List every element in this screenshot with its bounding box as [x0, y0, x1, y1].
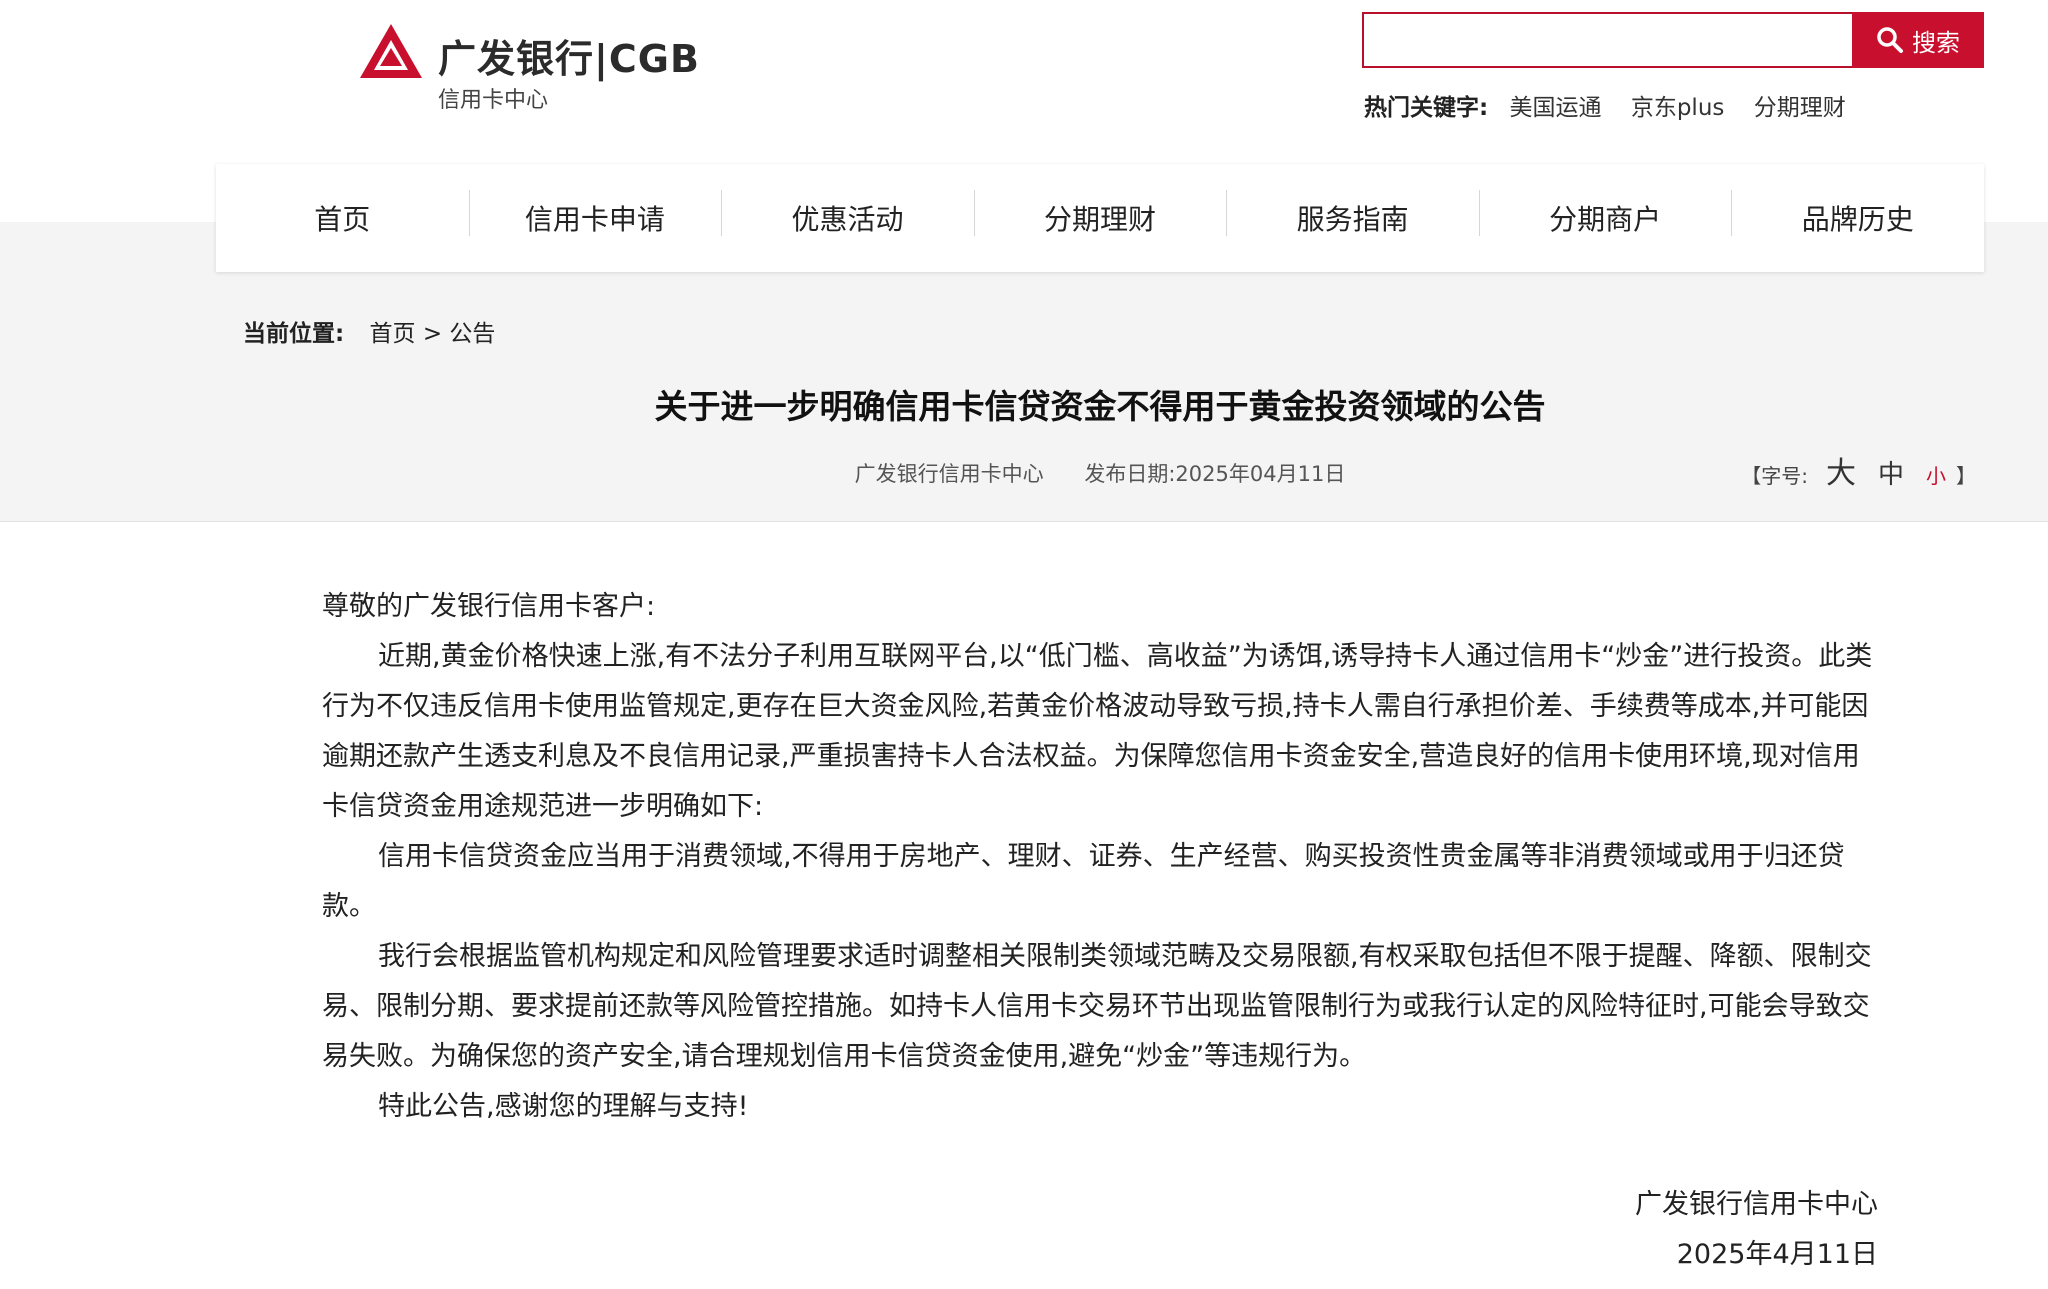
article-header: 关于进一步明确信用卡信贷资金不得用于黄金投资领域的公告 — [216, 380, 1984, 428]
font-size-small-button[interactable]: 小 — [1926, 460, 1946, 489]
signature-org: 广发银行信用卡中心 — [1635, 1189, 1878, 1220]
search-button-label: 搜索 — [1912, 28, 1960, 57]
search-bar: 搜索 — [1362, 12, 1984, 68]
article-paragraph: 信用卡信贷资金应当用于消费领域,不得用于房地产、理财、证券、生产经营、购买投资性… — [322, 841, 1845, 922]
hot-keyword-link[interactable]: 美国运通 — [1510, 95, 1602, 121]
nav-item-home[interactable]: 首页 — [216, 198, 469, 238]
breadcrumb-home-link[interactable]: 首页 — [370, 321, 416, 347]
article-paragraph: 近期,黄金价格快速上涨,有不法分子利用互联网平台,以“低门槛、高收益”为诱饵,诱… — [322, 641, 1873, 822]
search-icon — [1877, 27, 1903, 53]
brand-logo[interactable]: 广发银行|CGB 信用卡中心 — [358, 22, 718, 113]
search-input[interactable] — [1362, 12, 1852, 68]
cgb-logo-icon — [360, 24, 422, 78]
nav-item-promotions[interactable]: 优惠活动 — [721, 190, 974, 238]
nav-item-card-apply[interactable]: 信用卡申请 — [468, 190, 722, 238]
article-title: 关于进一步明确信用卡信贷资金不得用于黄金投资领域的公告 — [654, 387, 1546, 426]
font-size-medium-button[interactable]: 中 — [1878, 454, 1904, 491]
brand-name: 广发银行|CGB — [438, 37, 700, 81]
breadcrumb: 当前位置: 首页 > 公告 — [243, 314, 495, 348]
article-paragraph: 我行会根据监管机构规定和风险管理要求适时调整相关限制类领域范畴及交易限额,有权采… — [322, 941, 1872, 1072]
hot-keyword-link[interactable]: 京东plus — [1631, 95, 1725, 121]
signature-date: 2025年4月11日 — [1676, 1239, 1878, 1270]
nav-item-installment-finance[interactable]: 分期理财 — [973, 190, 1227, 238]
article-body: 尊敬的广发银行信用卡客户: 近期,黄金价格快速上涨,有不法分子利用互联网平台,以… — [322, 582, 1882, 1132]
breadcrumb-current: 公告 — [449, 321, 496, 347]
article-signature: 广发银行信用卡中心 2025年4月11日 — [1635, 1180, 1878, 1280]
main-nav: 首页 信用卡申请 优惠活动 分期理财 服务指南 分期商户 品牌历史 — [216, 164, 1984, 272]
hot-keywords: 热门关键字: 美国运通 京东plus 分期理财 — [1364, 88, 1868, 122]
font-size-large-button[interactable]: 大 — [1826, 448, 1856, 492]
hot-keyword-link[interactable]: 分期理财 — [1754, 95, 1846, 121]
article-publish-date: 发布日期:2025年04月11日 — [1084, 462, 1346, 486]
article-salutation: 尊敬的广发银行信用卡客户: — [322, 591, 656, 622]
article-source: 广发银行信用卡中心 — [854, 462, 1044, 486]
nav-item-brand-history[interactable]: 品牌历史 — [1731, 190, 1984, 238]
article-meta: 广发银行信用卡中心 发布日期:2025年04月11日 — [216, 458, 1984, 488]
breadcrumb-label: 当前位置: — [243, 321, 345, 347]
nav-item-service-guide[interactable]: 服务指南 — [1226, 190, 1479, 238]
font-size-label: 【字号: — [1741, 464, 1808, 488]
brand-subtitle: 信用卡中心 — [438, 88, 549, 113]
font-size-control: 【字号: 大 中 小 】 — [1741, 448, 1976, 492]
nav-item-installment-merchants[interactable]: 分期商户 — [1478, 190, 1732, 238]
font-size-close-bracket: 】 — [1956, 464, 1976, 488]
breadcrumb-separator: > — [422, 321, 443, 347]
article-paragraph: 特此公告,感谢您的理解与支持! — [378, 1091, 749, 1122]
hot-keywords-label: 热门关键字: — [1364, 95, 1489, 121]
page: 广发银行|CGB 信用卡中心 搜索 热门关键字: 美国运通 京东plus 分期理… — [0, 0, 2048, 1289]
search-button[interactable]: 搜索 — [1852, 12, 1984, 68]
